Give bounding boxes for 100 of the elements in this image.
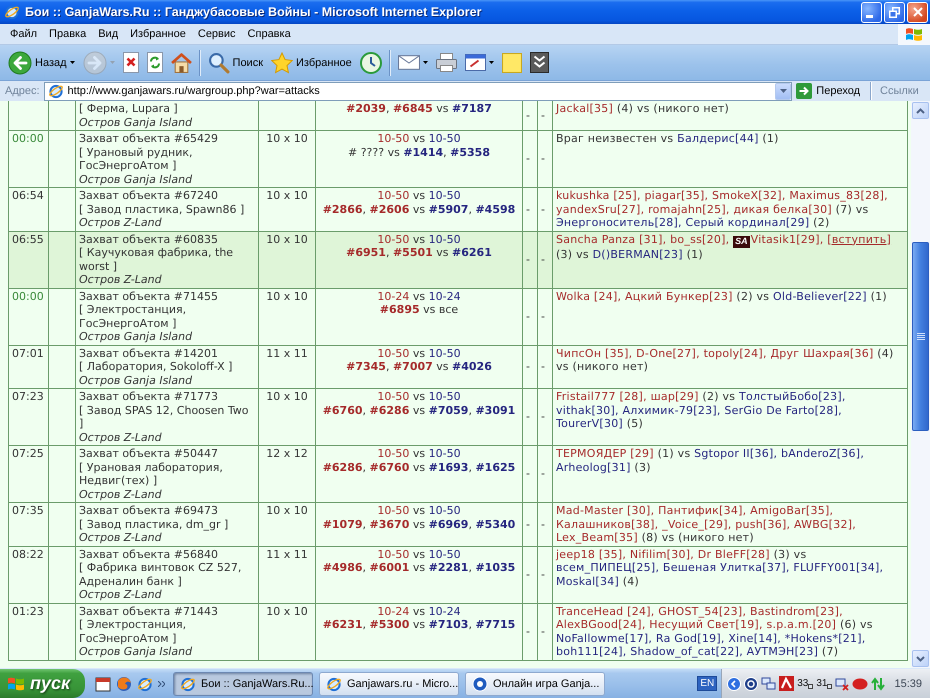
object-title: Захват объекта #71443 [79,604,218,618]
object-title: Захват объекта #56840 [79,548,218,561]
browser-icon [180,676,196,692]
search-button[interactable]: Поиск [204,46,268,78]
printer-icon [436,53,457,72]
address-dropdown-button[interactable] [775,82,792,100]
level-range: 10-50 vs 10-50 [377,189,461,202]
dash-text: - [526,518,530,530]
join-link[interactable]: [вступить] [827,232,892,246]
island-name: Остров Z-Land [79,488,162,501]
restore-icon [889,6,900,18]
dash-text: - [526,202,530,216]
menu-item[interactable]: Справка [242,24,297,44]
object-title: Захват объекта #69473 [79,504,218,518]
level-range: 10-24 vs 10-24 [377,290,461,303]
level-range: 10-24 vs 10-24 [377,604,461,618]
menu-item[interactable]: Избранное [124,24,192,44]
two-screens-icon[interactable] [761,676,776,690]
small-square-icon[interactable] [808,684,814,689]
dash-text: - [541,252,545,266]
chevron-icon [158,680,165,686]
caret-icon [70,61,75,64]
taskbar-button[interactable]: Онлайн игра Ganja... [465,672,605,696]
language-indicator[interactable]: EN [697,676,718,691]
island-name: Остров Z-Land [79,588,162,602]
map-size: 12 x 12 [266,447,308,460]
island-name: Остров Ganja Island [79,374,192,387]
caret-icon [780,89,787,93]
dash-text: - [526,310,530,323]
menu-item[interactable]: Файл [4,24,44,44]
ring-icon [472,676,488,692]
level-range: 10-50 vs 10-50 [377,447,461,460]
start-time: 00:00 [12,132,44,145]
clan-ids: #2039, #6845 vs #7187 [346,102,492,116]
map-size: 10 x 10 [266,604,308,618]
start-time: 07:23 [12,390,44,403]
oval-icon[interactable] [852,678,868,690]
object-location: [ Каучуковая фабрика, the worst ] [79,246,234,273]
island-name: Остров Ganja Island [79,645,192,658]
participants-text: Враг неизвестен vs Балдерис[44] (1) [556,132,779,146]
double-chevron-icon [530,52,549,73]
start-time: 07:25 [12,447,44,460]
up-chevron-icon[interactable] [779,676,794,691]
tray-reading: 33 [797,678,808,689]
restore-button[interactable] [884,2,905,22]
map-size: 10 x 10 [266,504,308,517]
clan-ids: #1079, #3670 vs #6969, #5340 [322,518,516,531]
dash-text: - [541,310,545,323]
address-field[interactable]: http://www.ganjawars.ru/wargroup.php?war=attacks [44,82,792,100]
dash-text: - [541,410,545,424]
close-button[interactable] [907,2,928,22]
small-square-icon[interactable] [827,684,832,689]
minimize-button[interactable] [861,2,882,22]
close-icon [912,7,922,17]
taskbar-button[interactable]: Ganjawars.ru - Micro... [319,672,459,696]
clock-icon [360,52,382,74]
dash-text: - [526,360,530,373]
object-title: Захват объекта #60835 [79,232,218,246]
menu-item[interactable]: Сервис [192,24,242,44]
taskbar-button[interactable]: Бои :: GanjaWars.Ru... [173,672,313,696]
menu-item[interactable]: Правка [43,24,92,44]
globe-icon[interactable] [116,676,132,692]
clan-ids: #6895 vs все [380,303,458,316]
dash-text: - [541,108,545,122]
start-button[interactable]: пуск [0,669,85,698]
scroll-up-button[interactable] [912,102,929,119]
island-name: Остров Ganja Island [79,330,192,344]
menu-item[interactable]: Вид [92,24,124,44]
dash-text: - [541,568,545,581]
map-size: 10 x 10 [266,390,308,403]
browser-icon [48,83,64,99]
start-time: 07:01 [12,346,44,360]
object-title: Захват объекта #65429 [79,132,218,146]
envelope-icon [398,55,420,70]
participants-text: ЧипсОн [35], D-One[27], topoly[24], Друг Шахрая[36] (4) vs (никого нет) [556,346,895,374]
go-button[interactable]: Переход [794,82,868,100]
clan-ids: #6951, #5501 vs #6261 [346,246,492,260]
clan-ids: #6231, #5300 vs #7103, #7715 [322,618,516,632]
start-time: 06:54 [12,189,44,202]
favorites-button[interactable]: Избранное [267,46,356,78]
scroll-down-button[interactable] [912,650,929,667]
back-button[interactable]: Назад [4,46,79,78]
map-size: 10 x 10 [266,189,308,202]
sticky-note-icon [502,52,522,72]
screen-error-icon[interactable] [835,676,850,690]
map-size: 11 x 11 [266,346,308,360]
clan-ids: #6286, #6760 vs #1693, #1625 [322,460,516,474]
level-range: 10-50 vs 10-50 [377,346,461,360]
calendar-icon[interactable] [95,676,111,692]
scrollbar-thumb[interactable] [912,242,929,431]
map-size: 10 x 10 [266,132,308,145]
browser-icon [137,676,153,692]
participants-text: Sancha Panza [31], bo_ss[20], SA Vitasik1[29], [вступить] (3) vs D()BERMAN[23] (1) [556,232,892,261]
ring-icon[interactable] [744,676,758,690]
dash-text: - [541,152,545,166]
left-chevron-icon[interactable] [727,676,742,690]
tray-reading: 31 [816,678,828,689]
participants-text: kukushka [25], piagar[35], SmokeX[32], Maximus_83[28], yandexSru[27], romajahn[25], дикая белка[30] (7) vs Энергоноситель[28], Серый кординал[29] (2) [556,189,889,230]
caret-icon [422,61,428,64]
stop-icon [122,52,139,73]
